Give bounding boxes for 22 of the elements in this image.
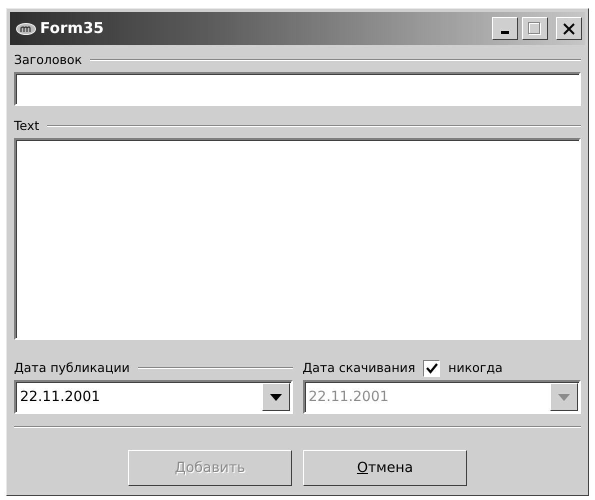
maximize-icon <box>528 22 542 36</box>
check-icon <box>426 362 438 374</box>
field-label: Дата скачивания <box>302 358 416 377</box>
dropdown-arrow-icon <box>270 394 282 400</box>
checkbox-label: никогда <box>448 358 503 377</box>
field-label: Дата публикации <box>14 358 130 377</box>
close-icon <box>563 22 575 34</box>
minimize-icon <box>501 31 509 34</box>
date-value: 22.11.2001 <box>19 388 102 406</box>
dropdown-button[interactable] <box>262 383 290 411</box>
field-label: Text <box>14 116 40 135</box>
cancel-button[interactable]: Отмена <box>303 450 467 486</box>
close-button[interactable] <box>556 17 582 40</box>
minimize-button[interactable] <box>492 17 518 40</box>
window-title: Form35 <box>40 18 105 40</box>
dropdown-arrow-icon <box>558 394 570 400</box>
date-dropdown[interactable]: 22.11.2001 <box>14 380 292 414</box>
input-field[interactable] <box>14 72 581 106</box>
app-icon <box>16 22 36 34</box>
field-label: Заголовок <box>14 50 82 69</box>
date-value: 22.11.2001 <box>308 388 390 406</box>
maximize-button[interactable] <box>522 17 548 40</box>
